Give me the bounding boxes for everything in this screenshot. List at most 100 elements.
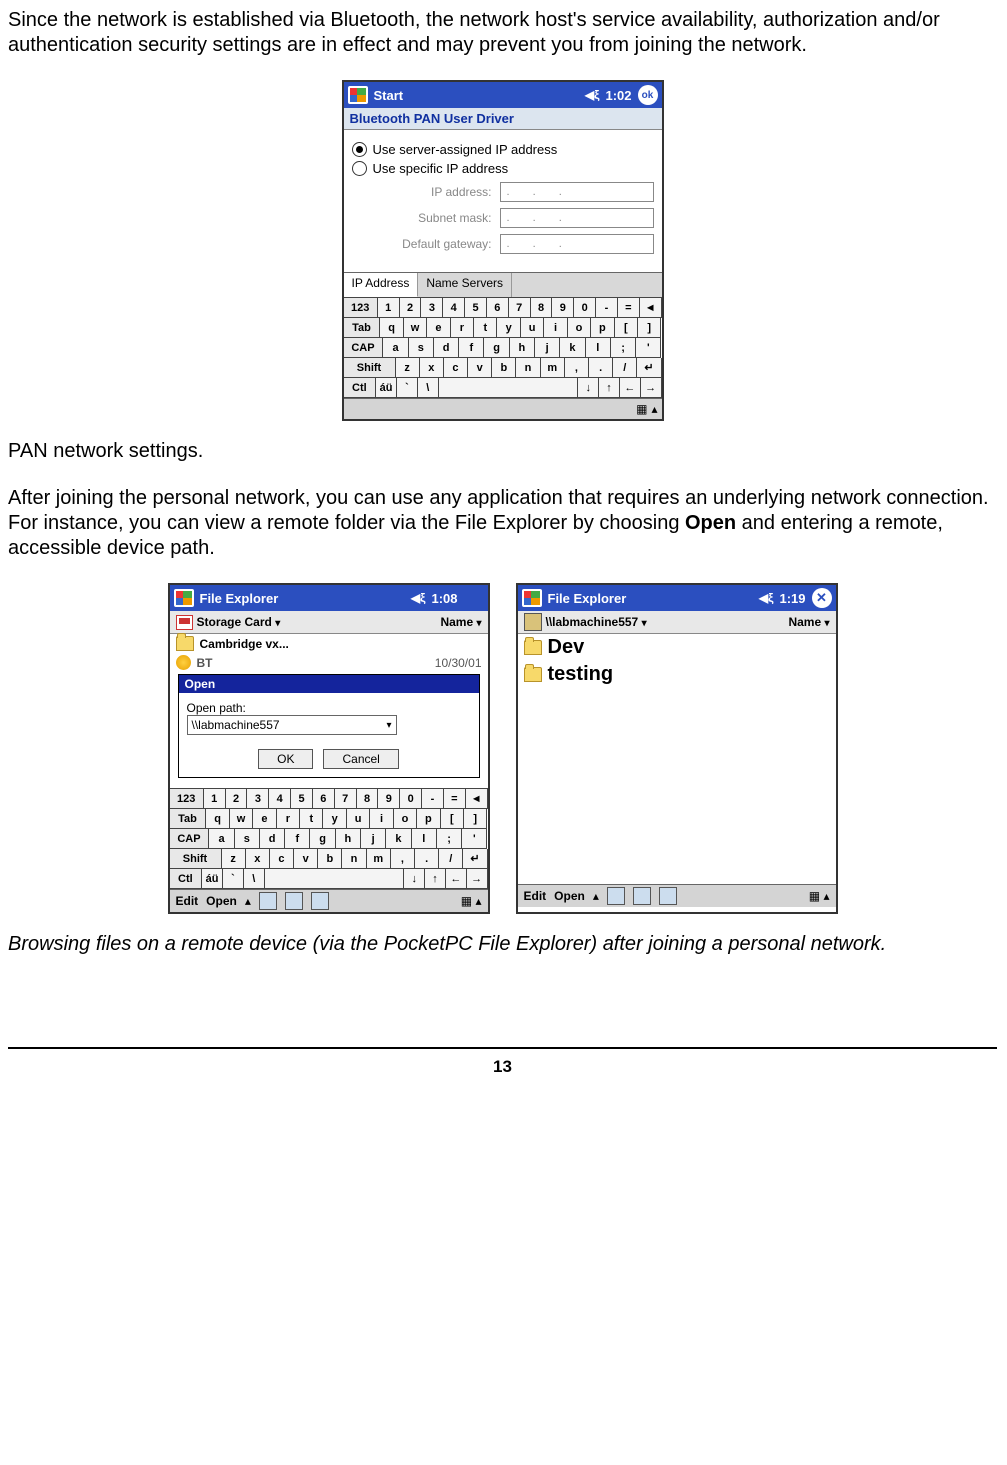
key[interactable]: f: [285, 829, 310, 849]
key[interactable]: \: [418, 378, 439, 398]
key[interactable]: w: [230, 809, 253, 829]
key[interactable]: m: [367, 849, 391, 869]
key[interactable]: \: [244, 869, 265, 889]
key[interactable]: v: [468, 358, 492, 378]
key[interactable]: u: [347, 809, 370, 829]
key[interactable]: →: [641, 378, 662, 398]
keyboard-toggle-icon[interactable]: ▦: [461, 894, 472, 908]
key[interactable]: l: [412, 829, 437, 849]
key[interactable]: k: [560, 338, 585, 358]
key[interactable]: ↑: [599, 378, 620, 398]
key[interactable]: ↑: [425, 869, 446, 889]
key[interactable]: ,: [391, 849, 415, 869]
key[interactable]: h: [510, 338, 535, 358]
edit-menu[interactable]: Edit: [176, 894, 199, 908]
key[interactable]: ': [462, 829, 487, 849]
open-path-input[interactable]: \\labmachine557▾: [187, 715, 397, 735]
key[interactable]: `: [397, 378, 418, 398]
key[interactable]: 5: [291, 789, 313, 809]
key[interactable]: r: [277, 809, 300, 829]
key[interactable]: ': [636, 338, 661, 358]
key[interactable]: 7: [335, 789, 357, 809]
key[interactable]: p: [417, 809, 440, 829]
key[interactable]: e: [427, 318, 450, 338]
key[interactable]: 7: [509, 298, 531, 318]
up-arrow-icon[interactable]: ▴: [651, 402, 657, 416]
key[interactable]: [: [615, 318, 638, 338]
key[interactable]: ◄: [640, 298, 662, 318]
toolbar-icon[interactable]: [607, 887, 625, 905]
key[interactable]: /: [439, 849, 463, 869]
key[interactable]: Ctl: [344, 378, 377, 398]
key[interactable]: s: [235, 829, 260, 849]
key[interactable]: t: [474, 318, 497, 338]
key[interactable]: d: [260, 829, 285, 849]
ok-button[interactable]: OK: [258, 749, 313, 769]
key[interactable]: `: [223, 869, 244, 889]
close-button[interactable]: ✕: [812, 588, 832, 608]
key[interactable]: q: [206, 809, 229, 829]
key[interactable]: m: [541, 358, 565, 378]
key[interactable]: 123: [170, 789, 204, 809]
up-arrow-icon[interactable]: ▴: [475, 894, 481, 908]
open-menu[interactable]: Open: [206, 894, 237, 908]
key[interactable]: ;: [437, 829, 462, 849]
key[interactable]: w: [404, 318, 427, 338]
up-arrow-icon[interactable]: ▴: [823, 889, 829, 903]
key[interactable]: 123: [344, 298, 378, 318]
key[interactable]: n: [342, 849, 366, 869]
key[interactable]: ]: [464, 809, 487, 829]
key[interactable]: [: [441, 809, 464, 829]
key[interactable]: Ctl: [170, 869, 203, 889]
key[interactable]: ↵: [463, 849, 487, 869]
on-screen-keyboard[interactable]: 1231234567890-=◄ Tabqwertyuiop[] CAPasdf…: [344, 297, 662, 398]
location-dropdown[interactable]: \\labmachine557 ▾: [546, 615, 647, 629]
list-item[interactable]: testing: [518, 661, 836, 688]
key[interactable]: Tab: [344, 318, 381, 338]
tab-ip-address[interactable]: IP Address: [344, 273, 419, 297]
key[interactable]: r: [451, 318, 474, 338]
key[interactable]: 3: [247, 789, 269, 809]
key[interactable]: ←: [446, 869, 467, 889]
key[interactable]: i: [544, 318, 567, 338]
key[interactable]: [439, 378, 579, 398]
key[interactable]: s: [409, 338, 434, 358]
key[interactable]: 0: [400, 789, 422, 809]
key[interactable]: j: [361, 829, 386, 849]
key[interactable]: 6: [487, 298, 509, 318]
key[interactable]: z: [222, 849, 246, 869]
key[interactable]: /: [613, 358, 637, 378]
key[interactable]: y: [497, 318, 520, 338]
key[interactable]: c: [444, 358, 468, 378]
toolbar-icon[interactable]: [633, 887, 651, 905]
up-arrow-icon[interactable]: ▴: [593, 889, 599, 903]
key[interactable]: b: [318, 849, 342, 869]
key[interactable]: 9: [552, 298, 574, 318]
radio-specific-ip[interactable]: Use specific IP address: [352, 161, 654, 176]
key[interactable]: ↓: [404, 869, 425, 889]
key[interactable]: o: [394, 809, 417, 829]
key[interactable]: Shift: [344, 358, 396, 378]
edit-menu[interactable]: Edit: [524, 889, 547, 903]
key[interactable]: j: [535, 338, 560, 358]
list-item[interactable]: Dev: [518, 634, 836, 661]
key[interactable]: ↵: [637, 358, 661, 378]
key[interactable]: 8: [531, 298, 553, 318]
key[interactable]: y: [323, 809, 346, 829]
sort-dropdown[interactable]: Name ▾: [788, 615, 829, 629]
up-arrow-icon[interactable]: ▴: [245, 894, 251, 908]
key[interactable]: 3: [421, 298, 443, 318]
key[interactable]: g: [484, 338, 509, 358]
key[interactable]: áü: [202, 869, 223, 889]
keyboard-toggle-icon[interactable]: ▦: [636, 402, 647, 416]
key[interactable]: .: [589, 358, 613, 378]
key[interactable]: z: [396, 358, 420, 378]
key[interactable]: 5: [465, 298, 487, 318]
key[interactable]: ←: [620, 378, 641, 398]
key[interactable]: -: [422, 789, 444, 809]
key[interactable]: ]: [638, 318, 661, 338]
key[interactable]: CAP: [344, 338, 384, 358]
cancel-button[interactable]: Cancel: [323, 749, 398, 769]
key[interactable]: p: [591, 318, 614, 338]
key[interactable]: u: [521, 318, 544, 338]
